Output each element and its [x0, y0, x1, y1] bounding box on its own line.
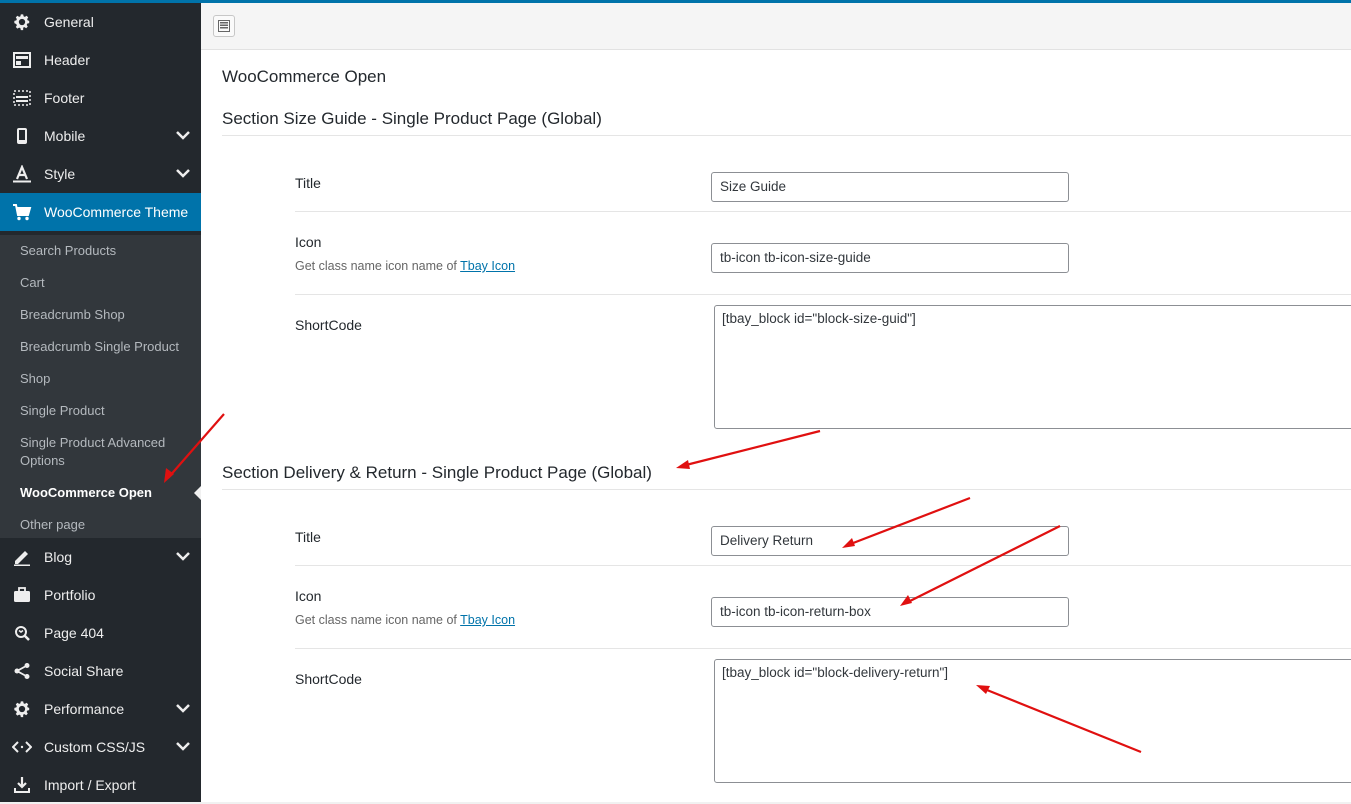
size-guide-title-input[interactable]: Size Guide — [711, 172, 1069, 202]
tbay-icon-link[interactable]: Tbay Icon — [460, 613, 515, 627]
submenu-item-other-page[interactable]: Other page — [20, 516, 190, 534]
description-text: Get class name icon name of — [295, 259, 457, 273]
section-title-delivery-return: Section Delivery & Return - Single Produ… — [222, 463, 652, 482]
sidebar-item-label: Footer — [44, 90, 85, 106]
sidebar-item-label: Performance — [44, 701, 125, 717]
submenu-item-single-product[interactable]: Single Product — [20, 402, 190, 420]
submenu-item-cart[interactable]: Cart — [20, 274, 190, 292]
cart-icon — [12, 203, 32, 221]
briefcase-icon — [12, 586, 32, 604]
chevron-down-icon[interactable] — [175, 700, 191, 716]
divider — [295, 211, 1351, 212]
divider — [222, 135, 1351, 136]
sidebar-item-label: Page 404 — [44, 625, 104, 641]
field-description-icon: Get class name icon name of Tbay Icon — [295, 259, 515, 273]
field-label-title: Title — [295, 529, 321, 545]
submenu-item-search-products[interactable]: Search Products — [20, 242, 190, 260]
size-guide-icon-input[interactable]: tb-icon tb-icon-size-guide — [711, 243, 1069, 273]
submenu-item-woocommerce-open[interactable]: WooCommerce Open — [20, 484, 190, 502]
download-icon — [12, 776, 32, 794]
gear-icon — [12, 13, 32, 31]
sidebar-item-page-404[interactable]: Page 404 — [0, 614, 201, 652]
header-icon — [12, 51, 32, 69]
page-title: WooCommerce Open — [222, 67, 387, 86]
submenu-woocommerce-theme: Search Products Cart Breadcrumb Shop Bre… — [0, 235, 201, 538]
sidebar-item-label: Header — [44, 52, 90, 68]
toolbar — [201, 3, 1351, 50]
code-icon — [12, 738, 32, 756]
submenu-item-shop[interactable]: Shop — [20, 370, 190, 388]
sidebar-item-label: Portfolio — [44, 587, 96, 603]
divider — [295, 565, 1351, 566]
size-guide-shortcode-textarea[interactable]: [tbay_block id="block-size-guid"] — [714, 305, 1351, 429]
sidebar-item-label: Social Share — [44, 663, 124, 679]
pen-icon — [12, 548, 32, 566]
top-accent-bar — [0, 0, 1351, 3]
panel-icon — [218, 20, 230, 32]
expand-toggle-button[interactable] — [213, 15, 235, 37]
sidebar-item-label: Blog — [44, 549, 73, 565]
chevron-down-icon[interactable] — [175, 127, 191, 143]
chevron-down-icon[interactable] — [175, 738, 191, 754]
field-label-icon: Icon — [295, 234, 322, 250]
field-label-shortcode: ShortCode — [295, 671, 362, 687]
sidebar-item-portfolio[interactable]: Portfolio — [0, 576, 201, 614]
description-text: Get class name icon name of — [295, 613, 457, 627]
tbay-icon-link[interactable]: Tbay Icon — [460, 259, 515, 273]
divider — [295, 648, 1351, 649]
field-label-icon: Icon — [295, 588, 322, 604]
sidebar-item-label: Mobile — [44, 128, 86, 144]
sidebar-item-performance[interactable]: Performance — [0, 690, 201, 728]
field-label-shortcode: ShortCode — [295, 317, 362, 333]
delivery-return-shortcode-textarea[interactable]: [tbay_block id="block-delivery-return"] — [714, 659, 1351, 783]
sidebar-item-label: WooCommerce Theme — [44, 204, 189, 220]
sidebar-item-mobile[interactable]: Mobile — [0, 117, 201, 155]
sidebar-item-label: Custom CSS/JS — [44, 739, 146, 755]
gear-icon — [12, 700, 32, 718]
field-label-title: Title — [295, 175, 321, 191]
sidebar-item-general[interactable]: General — [0, 3, 201, 41]
sidebar-item-blog[interactable]: Blog — [0, 538, 201, 576]
chevron-down-icon[interactable] — [175, 165, 191, 181]
main-panel: WooCommerce Open Section Size Guide - Si… — [201, 3, 1351, 802]
text-style-icon — [12, 165, 32, 183]
submenu-item-breadcrumb-single-product[interactable]: Breadcrumb Single Product — [20, 338, 190, 356]
sidebar-item-woocommerce-theme[interactable]: WooCommerce Theme — [0, 193, 201, 231]
submenu-item-breadcrumb-shop[interactable]: Breadcrumb Shop — [20, 306, 190, 324]
sidebar-item-footer[interactable]: Footer — [0, 79, 201, 117]
divider — [222, 489, 1351, 490]
delivery-return-icon-input[interactable]: tb-icon tb-icon-return-box — [711, 597, 1069, 627]
field-description-icon: Get class name icon name of Tbay Icon — [295, 613, 515, 627]
submenu-item-single-product-advanced-options[interactable]: Single Product Advanced Options — [20, 434, 180, 470]
delivery-return-title-input[interactable]: Delivery Return — [711, 526, 1069, 556]
sidebar: General Header Footer Mobile Style WooCo… — [0, 3, 202, 804]
sidebar-item-import-export[interactable]: Import / Export — [0, 766, 201, 804]
sidebar-item-label: Style — [44, 166, 76, 182]
sidebar-item-header[interactable]: Header — [0, 41, 201, 79]
sidebar-item-label: General — [44, 14, 94, 30]
footer-icon — [12, 89, 32, 107]
share-icon — [12, 662, 32, 680]
section-title-size-guide: Section Size Guide - Single Product Page… — [222, 109, 602, 128]
chevron-down-icon[interactable] — [175, 548, 191, 564]
divider — [295, 294, 1351, 295]
sidebar-item-social-share[interactable]: Social Share — [0, 652, 201, 690]
mobile-icon — [12, 127, 32, 145]
sidebar-item-label: Import / Export — [44, 777, 136, 793]
sidebar-item-style[interactable]: Style — [0, 155, 201, 193]
sidebar-item-custom-css-js[interactable]: Custom CSS/JS — [0, 728, 201, 766]
search-refresh-icon — [12, 624, 32, 642]
